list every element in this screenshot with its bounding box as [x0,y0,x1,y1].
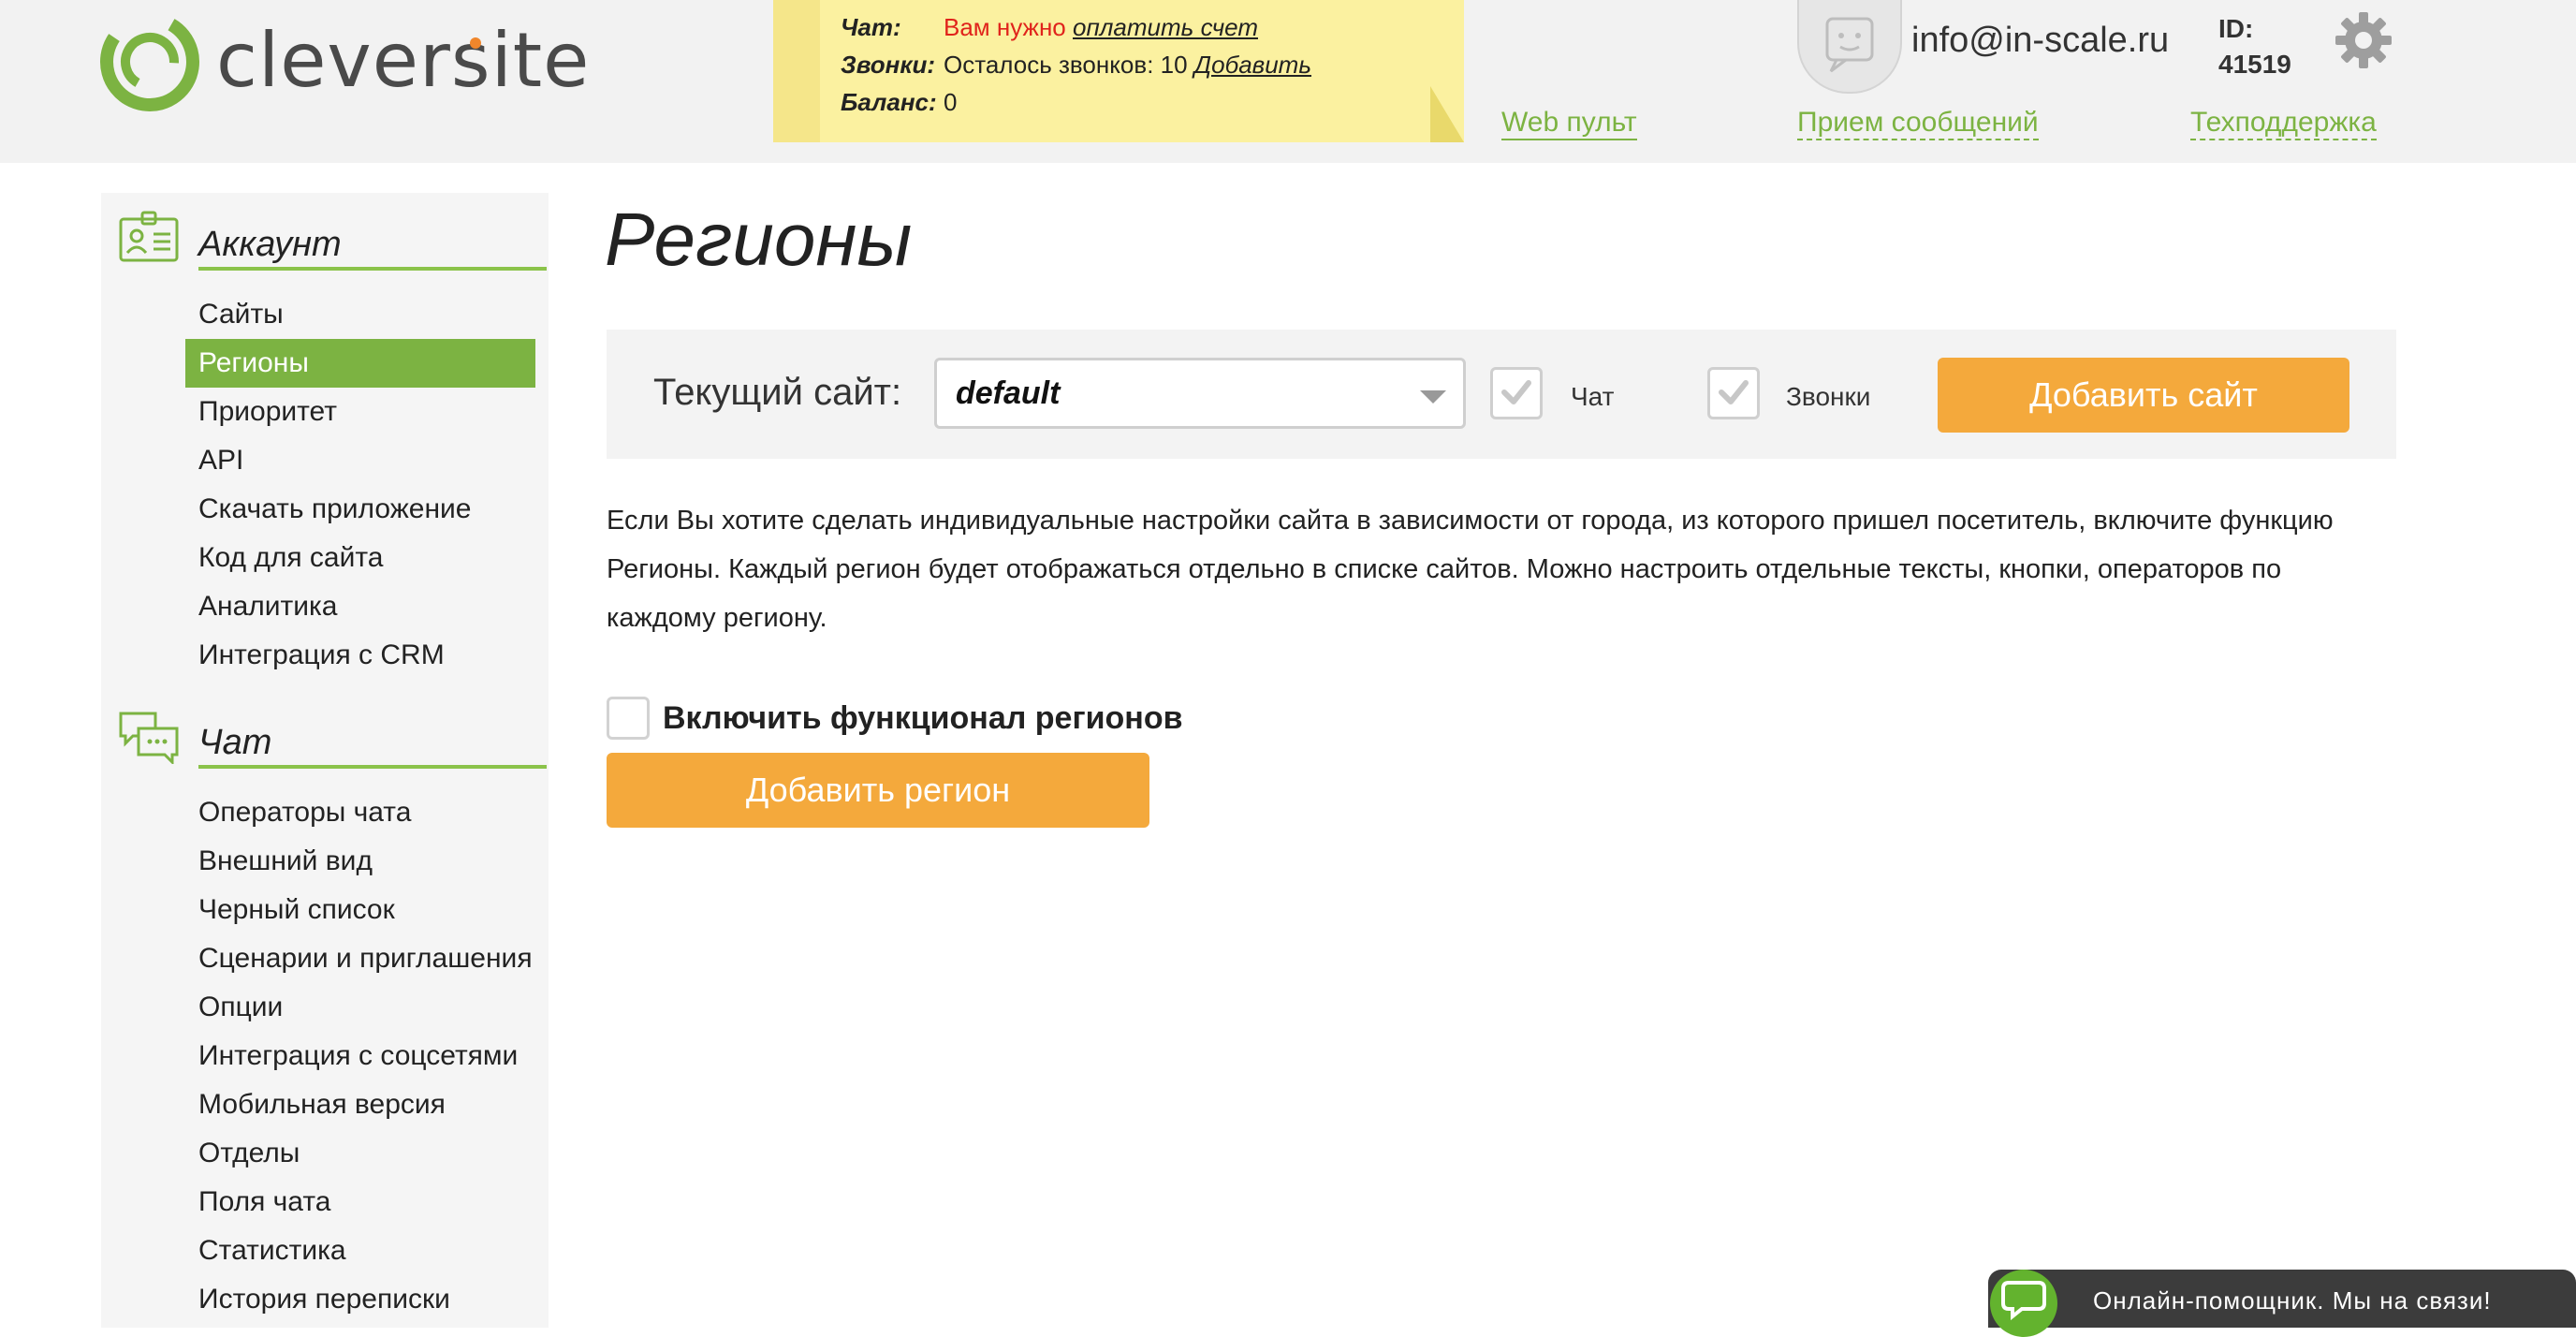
calls-checkbox-label: Звонки [1786,382,1871,411]
current-site-label: Текущий сайт: [653,372,902,413]
sidebar-item-chat-4[interactable]: Опции [185,983,535,1032]
checkmark-icon [1501,380,1531,404]
notice-balance-row: Баланс: 0 [841,88,957,117]
account-notice: Чат: Вам нужно оплатить счет Звонки: Остал… [773,0,1464,142]
logo-dot [470,37,481,49]
sidebar-item-account-1[interactable]: Регионы [185,339,535,388]
page-title: Регионы [605,198,913,281]
sidebar-item-account-3[interactable]: API [185,436,535,485]
sidebar-item-chat-2[interactable]: Черный список [185,886,535,934]
user-id: ID: 41519 [2218,11,2291,82]
user-id-label: ID: [2218,14,2254,43]
notice-chat-warning: Вам нужно [944,13,1073,41]
notice-fold [1430,86,1464,142]
sidebar-item-chat-3[interactable]: Сценарии и приглашения [185,934,535,983]
header: cleversite Чат: Вам нужно оплатить счет З… [0,0,2576,163]
calls-checkbox[interactable] [1707,367,1760,419]
logo-swirl-icon [100,12,199,111]
add-site-button[interactable]: Добавить сайт [1938,358,2349,433]
sidebar-item-chat-1[interactable]: Внешний вид [185,837,535,886]
enable-regions-checkbox[interactable] [607,697,650,740]
sidebar-item-account-6[interactable]: Аналитика [185,582,535,631]
notice-chat-row: Чат: Вам нужно оплатить счет [841,13,1258,42]
account-card-icon [119,211,179,262]
sidebar-item-account-2[interactable]: Приоритет [185,388,535,436]
receive-messages-link[interactable]: Прием сообщений [1797,107,2039,140]
sidebar-item-account-7[interactable]: Интеграция с CRM [185,631,535,680]
notice-balance-label: Баланс: [841,88,937,116]
regions-description: Если Вы хотите сделать индивидуальные на… [607,506,2334,633]
support-link[interactable]: Техподдержка [2190,107,2377,140]
sidebar-item-chat-10[interactable]: История переписки [185,1275,535,1324]
user-avatar-icon [1825,17,1874,73]
notice-balance-value: 0 [944,88,958,116]
user-id-value: 41519 [2218,50,2291,79]
section-title-chat: Чат [198,723,547,769]
logo-text: cleversite [216,17,591,104]
sidebar-item-account-0[interactable]: Сайты [185,290,535,339]
sidebar-item-chat-8[interactable]: Поля чата [185,1178,535,1227]
sidebar-item-chat-5[interactable]: Интеграция с соцсетями [185,1032,535,1080]
chevron-down-icon [1420,390,1446,404]
site-select-value: default [956,375,1061,411]
sidebar-item-chat-6[interactable]: Мобильная версия [185,1080,535,1129]
chat-widget-text: Онлайн-помощник. Мы на связи! [2093,1286,2492,1315]
enable-regions-label[interactable]: Включить функционал регионов [663,700,1183,737]
add-region-button[interactable]: Добавить регион [607,753,1149,828]
user-email[interactable]: info@in-scale.ru [1911,21,2169,61]
notice-calls-row: Звонки: Осталось звонков: 10 Добавить [841,51,1311,80]
site-toolbar: Текущий сайт: default Чат Звонки Добавит… [607,330,2396,459]
notice-chat-label: Чат: [841,13,901,41]
pay-invoice-link[interactable]: оплатить счет [1073,13,1258,41]
notice-stripe [773,0,820,142]
notice-calls-text: Осталось звонков: 10 [944,51,1194,79]
sidebar-item-chat-9[interactable]: Статистика [185,1227,535,1275]
cleversite-logo[interactable]: cleversite [97,4,589,116]
web-console-link[interactable]: Web пульт [1501,107,1637,140]
sidebar-item-account-5[interactable]: Код для сайта [185,534,535,582]
chat-bubble-icon [2001,1281,2046,1321]
add-calls-link[interactable]: Добавить [1194,51,1311,79]
site-select[interactable]: default [934,358,1466,429]
notice-calls-label: Звонки: [841,51,936,79]
sidebar-item-chat-7[interactable]: Отделы [185,1129,535,1178]
sidebar-item-chat-0[interactable]: Операторы чата [185,788,535,837]
chat-checkbox[interactable] [1490,367,1543,419]
chat-checkbox-label: Чат [1571,382,1615,411]
section-title-account: Аккаунт [198,225,547,271]
sidebar-item-account-4[interactable]: Скачать приложение [185,485,535,534]
checkmark-icon [1719,380,1749,404]
gear-icon[interactable] [2334,11,2393,69]
chat-widget-icon[interactable] [1990,1270,2057,1337]
sidebar: Аккаунт Сайты Регионы Приоритет API Скачать … [101,193,549,1328]
chat-bubbles-icon [119,712,179,764]
avatar[interactable] [1797,0,1902,94]
